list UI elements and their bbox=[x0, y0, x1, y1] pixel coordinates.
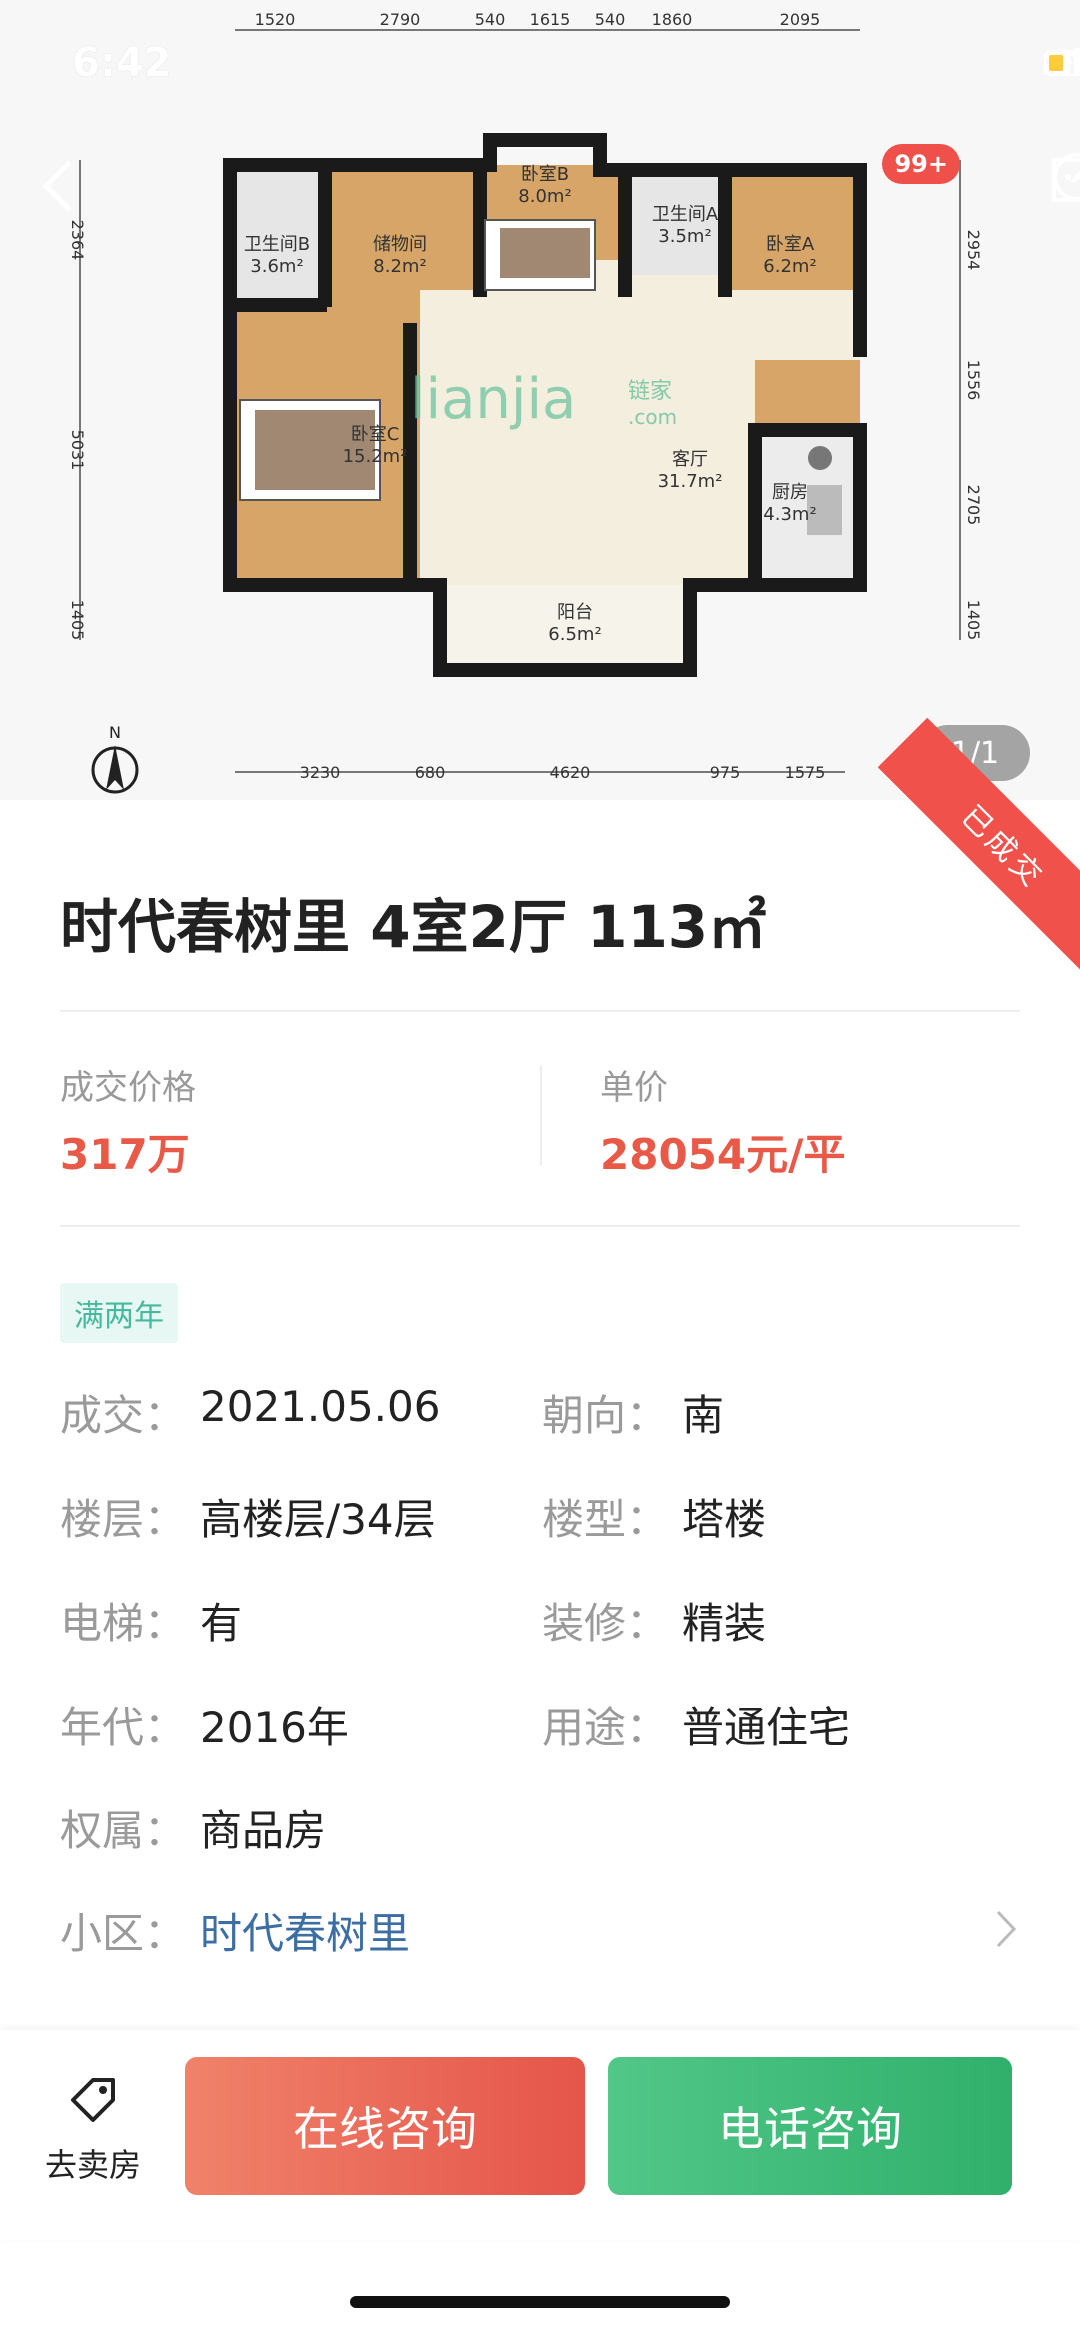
sell-house-button[interactable]: 去卖房 bbox=[38, 2070, 148, 2186]
chevron-left-icon bbox=[42, 160, 72, 212]
back-button[interactable] bbox=[30, 150, 90, 220]
orientation-value: 南 bbox=[682, 1391, 725, 1440]
dim-bottom-4: 975 bbox=[710, 763, 741, 782]
dim-bottom-5: 1575 bbox=[785, 763, 826, 782]
unread-badge: 99+ bbox=[882, 144, 960, 184]
online-consult-button[interactable]: 在线咨询 bbox=[185, 2057, 585, 2195]
deal-price-label: 成交价格 bbox=[60, 1068, 196, 1108]
info-row: 年代： 2016年 用途： 普通住宅 bbox=[60, 1694, 1020, 1754]
info-row: 权属： 商品房 bbox=[60, 1797, 1020, 1857]
tag-two-years: 满两年 bbox=[60, 1283, 178, 1343]
deal-date-value: 2021.05.06 bbox=[200, 1382, 441, 1431]
price-tag-icon bbox=[71, 2078, 115, 2122]
bottom-action-bar: 去卖房 在线咨询 电话咨询 bbox=[0, 2030, 1080, 2240]
room-area-storage: 8.2m² bbox=[373, 256, 426, 277]
status-time: 6:42 bbox=[72, 40, 172, 86]
divider bbox=[60, 1225, 1020, 1227]
ownership-key: 权属： bbox=[60, 1806, 187, 1855]
room-label-bedroom-b: 卧室B bbox=[521, 164, 569, 185]
year-value: 2016年 bbox=[200, 1703, 349, 1752]
room-area-living: 31.7m² bbox=[658, 471, 723, 492]
chevron-right-icon bbox=[996, 1910, 1017, 1948]
dim-right-3: 2705 bbox=[964, 485, 983, 526]
room-area-balcony: 6.5m² bbox=[548, 624, 601, 645]
phone-consult-button[interactable]: 电话咨询 bbox=[608, 2057, 1012, 2195]
ownership-value: 商品房 bbox=[200, 1806, 327, 1855]
room-label-bath-b: 卫生间B bbox=[244, 234, 310, 255]
divider bbox=[60, 1010, 1020, 1012]
info-row: 电梯： 有 装修： 精装 bbox=[60, 1590, 1020, 1650]
dim-left-1: 2364 bbox=[68, 220, 87, 261]
floor-key: 楼层： bbox=[60, 1495, 187, 1544]
room-label-balcony: 阳台 bbox=[557, 602, 593, 623]
decoration-key: 装修： bbox=[542, 1599, 669, 1648]
dim-left-3: 1405 bbox=[68, 600, 87, 641]
orientation-key: 朝向： bbox=[542, 1391, 669, 1440]
unit-price-value: 28054元/平 bbox=[600, 1130, 846, 1179]
info-row: 楼层： 高楼层/34层 楼型： 塔楼 bbox=[60, 1486, 1020, 1546]
dim-bottom-1: 3230 bbox=[300, 763, 341, 782]
room-label-storage: 储物间 bbox=[373, 234, 427, 255]
building-type-key: 楼型： bbox=[542, 1495, 669, 1544]
building-type-value: 塔楼 bbox=[682, 1495, 767, 1544]
floorplan-image[interactable]: 卫生间B 3.6m² 储物间 8.2m² 卧室B 8.0m² 卫生间A 3.5m… bbox=[0, 0, 1080, 800]
usage-key: 用途： bbox=[542, 1703, 669, 1752]
share-icon[interactable] bbox=[1050, 150, 1080, 204]
room-area-bedroom-a: 6.2m² bbox=[763, 256, 816, 277]
watermark-com: .com bbox=[628, 405, 677, 429]
info-row: 成交： 2021.05.06 朝向： 南 bbox=[60, 1382, 1020, 1442]
unit-price-block: 单价 28054元/平 bbox=[600, 1060, 845, 1182]
sell-house-label: 去卖房 bbox=[44, 2146, 141, 2184]
dim-bottom-3: 4620 bbox=[550, 763, 591, 782]
dim-right-1: 2954 bbox=[964, 230, 983, 271]
compass-icon: N bbox=[91, 723, 139, 794]
battery-icon bbox=[1044, 50, 1080, 76]
price-separator bbox=[540, 1065, 542, 1165]
svg-text:N: N bbox=[109, 723, 121, 742]
watermark: lianjia bbox=[410, 367, 576, 432]
phone-consult-label: 电话咨询 bbox=[718, 2102, 902, 2156]
room-area-bedroom-c: 15.2m² bbox=[343, 446, 408, 467]
room-label-living: 客厅 bbox=[672, 449, 708, 470]
room-area-bath-a: 3.5m² bbox=[658, 226, 711, 247]
online-consult-label: 在线咨询 bbox=[293, 2102, 477, 2156]
room-area-kitchen: 4.3m² bbox=[763, 504, 816, 525]
status-bar: 6:42 bbox=[0, 0, 1080, 130]
floor-value: 高楼层/34层 bbox=[200, 1495, 436, 1544]
community-link[interactable]: 时代春树里 bbox=[200, 1900, 410, 1961]
room-label-bedroom-a: 卧室A bbox=[766, 234, 815, 255]
dim-left-2: 5031 bbox=[68, 430, 87, 471]
unit-price-label: 单价 bbox=[600, 1068, 668, 1108]
room-label-bedroom-c: 卧室C bbox=[351, 424, 400, 445]
partially-hidden-row bbox=[60, 2005, 1020, 2029]
room-area-bedroom-b: 8.0m² bbox=[518, 186, 571, 207]
dim-right-2: 1556 bbox=[964, 360, 983, 401]
usage-value: 普通住宅 bbox=[682, 1703, 851, 1752]
listing-title: 时代春树里 4室2厅 113㎡ bbox=[60, 893, 767, 961]
elevator-key: 电梯： bbox=[60, 1599, 187, 1648]
dim-bottom-2: 680 bbox=[415, 763, 446, 782]
room-label-bath-a: 卫生间A bbox=[652, 204, 719, 225]
dim-right-4: 1405 bbox=[964, 600, 983, 641]
deal-date-key: 成交： bbox=[60, 1391, 187, 1440]
decoration-value: 精装 bbox=[682, 1599, 767, 1648]
room-label-kitchen: 厨房 bbox=[772, 482, 808, 503]
community-key: 小区： bbox=[60, 1909, 187, 1958]
elevator-value: 有 bbox=[200, 1599, 243, 1648]
deal-price-value: 317万 bbox=[60, 1130, 190, 1179]
watermark-cn: 链家 bbox=[628, 379, 672, 404]
community-row[interactable]: 小区： 时代春树里 bbox=[60, 1900, 1020, 1960]
year-key: 年代： bbox=[60, 1703, 187, 1752]
deal-price-block: 成交价格 317万 bbox=[60, 1060, 196, 1182]
room-area-bath-b: 3.6m² bbox=[250, 256, 303, 277]
home-indicator[interactable] bbox=[350, 2296, 730, 2308]
